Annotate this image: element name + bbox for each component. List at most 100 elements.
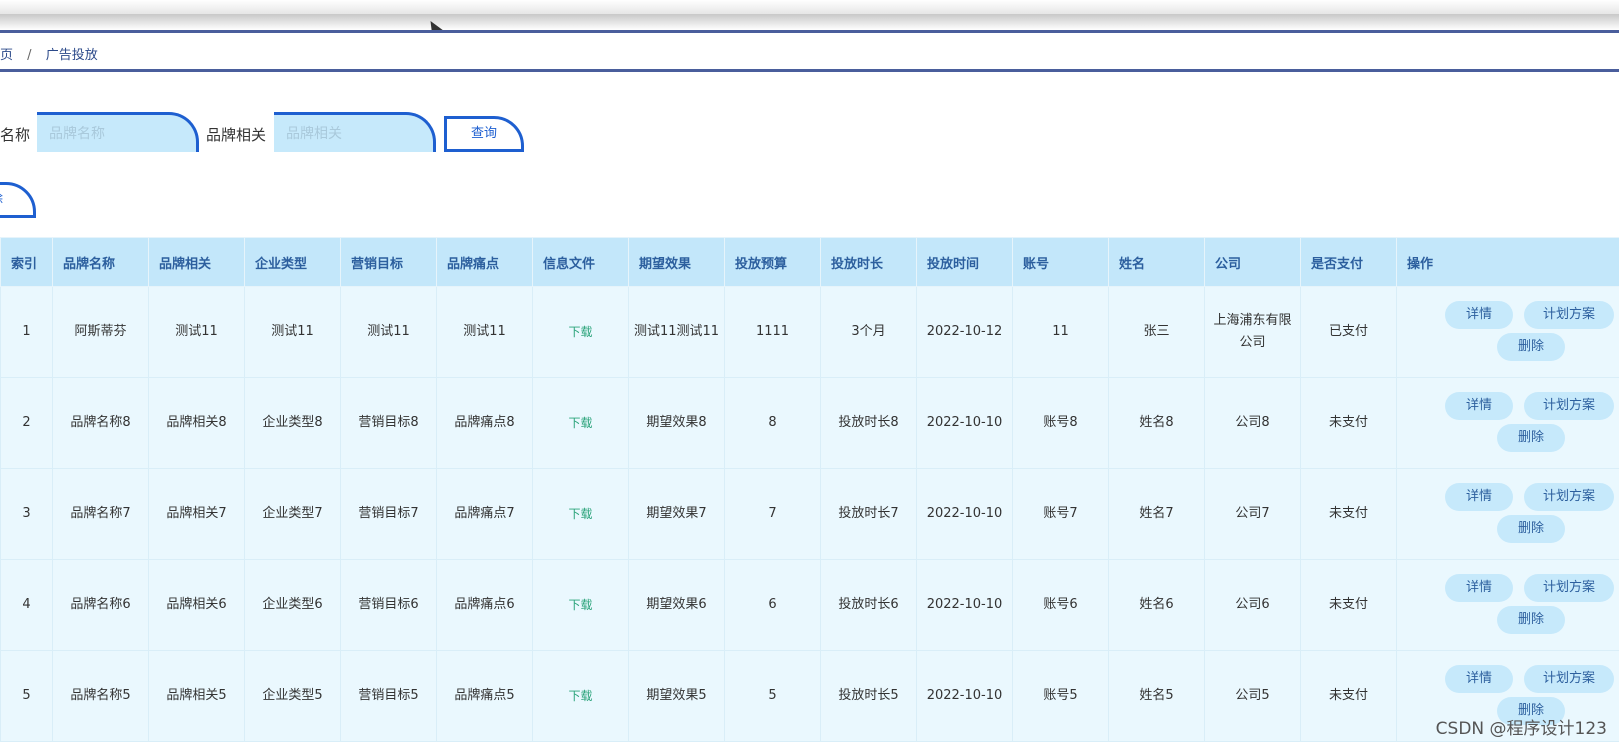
col-header: 公司 xyxy=(1204,237,1301,287)
detail-button[interactable]: 详情 xyxy=(1445,301,1513,329)
cell-time: 2022-10-10 xyxy=(916,650,1013,742)
col-header: 操作 xyxy=(1396,237,1619,287)
cell-actions: 详情 计划方案 删除 xyxy=(1396,286,1619,378)
download-link[interactable]: 下载 xyxy=(568,325,592,339)
table-row: 2 品牌名称8 品牌相关8 企业类型8 营销目标8 品牌痛点8 下载 期望效果8… xyxy=(0,377,1619,469)
cell-brand-name: 品牌名称7 xyxy=(52,468,149,560)
cell-brand-pain-point: 品牌痛点5 xyxy=(436,650,533,742)
cell-time: 2022-10-10 xyxy=(916,377,1013,469)
row-actions: 详情 计划方案 删除 xyxy=(1397,469,1619,559)
cell-brand-related: 品牌相关8 xyxy=(148,377,245,469)
col-header: 投放预算 xyxy=(724,237,821,287)
breadcrumb-bar: 首页 / 广告投放 xyxy=(0,30,1619,72)
cell-company: 公司8 xyxy=(1204,377,1301,469)
cell-expected-effect: 期望效果7 xyxy=(628,468,725,560)
cell-info-file: 下载 xyxy=(532,559,629,651)
cell-index: 5 xyxy=(0,650,53,742)
cell-name: 姓名8 xyxy=(1108,377,1205,469)
cell-company-type: 企业类型8 xyxy=(244,377,341,469)
plan-button[interactable]: 计划方案 xyxy=(1524,665,1614,693)
cell-expected-effect: 测试11测试11 xyxy=(628,286,725,378)
cell-index: 2 xyxy=(0,377,53,469)
row-actions: 详情 计划方案 删除 xyxy=(1397,287,1619,377)
detail-button[interactable]: 详情 xyxy=(1445,483,1513,511)
cell-expected-effect: 期望效果8 xyxy=(628,377,725,469)
col-header: 企业类型 xyxy=(244,237,341,287)
breadcrumb: 首页 / 广告投放 xyxy=(0,44,98,63)
cell-name: 姓名6 xyxy=(1108,559,1205,651)
cell-brand-pain-point: 测试11 xyxy=(436,286,533,378)
table-row: 4 品牌名称6 品牌相关6 企业类型6 营销目标6 品牌痛点6 下载 期望效果6… xyxy=(0,559,1619,651)
download-link[interactable]: 下载 xyxy=(568,507,592,521)
download-link[interactable]: 下载 xyxy=(568,689,592,703)
cell-duration: 投放时长6 xyxy=(820,559,917,651)
plan-button[interactable]: 计划方案 xyxy=(1524,301,1614,329)
top-bar-shadow xyxy=(0,14,1619,30)
cell-index: 4 xyxy=(0,559,53,651)
cell-time: 2022-10-10 xyxy=(916,559,1013,651)
cell-brand-pain-point: 品牌痛点7 xyxy=(436,468,533,560)
brand-related-input[interactable] xyxy=(274,112,436,152)
cell-budget: 1111 xyxy=(724,286,821,378)
delete-button[interactable]: 删除 xyxy=(1497,424,1565,452)
detail-button[interactable]: 详情 xyxy=(1445,574,1513,602)
col-header: 账号 xyxy=(1012,237,1109,287)
cell-name: 张三 xyxy=(1108,286,1205,378)
cell-info-file: 下载 xyxy=(532,286,629,378)
plan-button[interactable]: 计划方案 xyxy=(1524,392,1614,420)
plan-button[interactable]: 计划方案 xyxy=(1524,483,1614,511)
cell-paid: 未支付 xyxy=(1300,559,1397,651)
cell-duration: 投放时长8 xyxy=(820,377,917,469)
cell-brand-name: 阿斯蒂芬 xyxy=(52,286,149,378)
delete-button[interactable]: 删除 xyxy=(1497,606,1565,634)
col-header: 投放时长 xyxy=(820,237,917,287)
download-link[interactable]: 下载 xyxy=(568,416,592,430)
cell-brand-name: 品牌名称6 xyxy=(52,559,149,651)
cell-brand-name: 品牌名称8 xyxy=(52,377,149,469)
cell-account: 账号7 xyxy=(1012,468,1109,560)
browser-top-bar xyxy=(0,0,1619,14)
plan-button[interactable]: 计划方案 xyxy=(1524,574,1614,602)
cell-time: 2022-10-10 xyxy=(916,468,1013,560)
brand-related-label: 品牌相关 xyxy=(206,126,267,144)
cell-company-type: 企业类型7 xyxy=(244,468,341,560)
col-header: 是否支付 xyxy=(1300,237,1397,287)
cell-budget: 7 xyxy=(724,468,821,560)
cell-info-file: 下载 xyxy=(532,650,629,742)
breadcrumb-separator: / xyxy=(27,48,32,63)
download-link[interactable]: 下载 xyxy=(568,598,592,612)
watermark: CSDN @程序设计123 xyxy=(1435,719,1607,739)
cell-info-file: 下载 xyxy=(532,377,629,469)
query-button[interactable]: 查询 xyxy=(444,116,524,152)
cell-brand-related: 品牌相关7 xyxy=(148,468,245,560)
table-row: 1 阿斯蒂芬 测试11 测试11 测试11 测试11 下载 测试11测试11 1… xyxy=(0,286,1619,378)
cell-company: 上海浦东有限公司 xyxy=(1204,286,1301,378)
brand-name-input[interactable] xyxy=(37,112,199,152)
cell-actions: 详情 计划方案 删除 xyxy=(1396,559,1619,651)
cell-brand-related: 品牌相关5 xyxy=(148,650,245,742)
cell-company: 公司7 xyxy=(1204,468,1301,560)
cell-marketing-goal: 营销目标6 xyxy=(340,559,437,651)
cell-actions: 详情 计划方案 删除 xyxy=(1396,468,1619,560)
delete-button[interactable]: 删除 xyxy=(1497,333,1565,361)
cell-brand-pain-point: 品牌痛点8 xyxy=(436,377,533,469)
cell-account: 账号5 xyxy=(1012,650,1109,742)
cell-duration: 3个月 xyxy=(820,286,917,378)
cell-company-type: 企业类型6 xyxy=(244,559,341,651)
col-header: 品牌相关 xyxy=(148,237,245,287)
batch-delete-button[interactable]: 删除 xyxy=(0,182,36,218)
cell-actions: 详情 计划方案 删除 xyxy=(1396,377,1619,469)
col-header: 品牌痛点 xyxy=(436,237,533,287)
breadcrumb-current: 广告投放 xyxy=(45,48,98,63)
cell-company: 公司6 xyxy=(1204,559,1301,651)
cell-name: 姓名5 xyxy=(1108,650,1205,742)
detail-button[interactable]: 详情 xyxy=(1445,665,1513,693)
cell-brand-pain-point: 品牌痛点6 xyxy=(436,559,533,651)
detail-button[interactable]: 详情 xyxy=(1445,392,1513,420)
cell-expected-effect: 期望效果6 xyxy=(628,559,725,651)
delete-button[interactable]: 删除 xyxy=(1497,515,1565,543)
col-header: 投放时间 xyxy=(916,237,1013,287)
cell-marketing-goal: 营销目标7 xyxy=(340,468,437,560)
cell-index: 1 xyxy=(0,286,53,378)
breadcrumb-home[interactable]: 首页 xyxy=(0,48,13,63)
